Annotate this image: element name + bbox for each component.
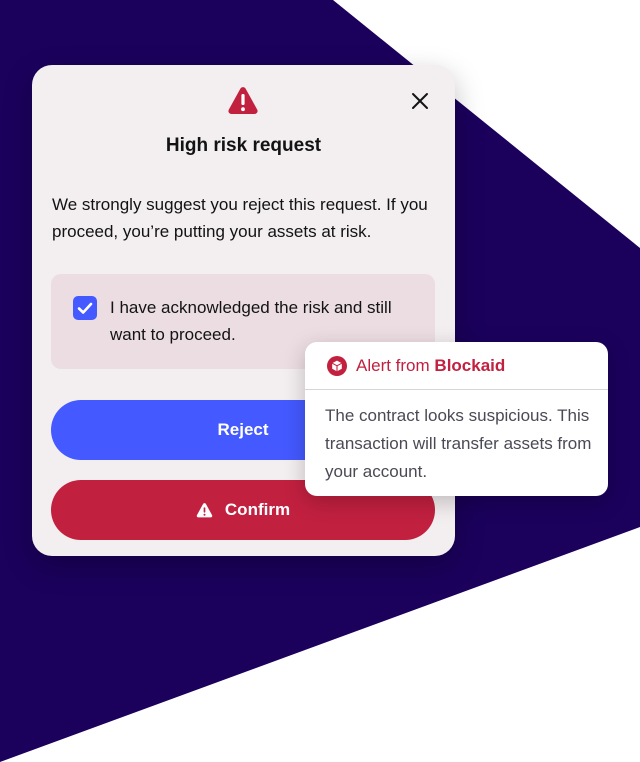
alert-title-brand: Blockaid xyxy=(434,355,506,375)
confirm-button-label: Confirm xyxy=(224,500,291,519)
acknowledge-label[interactable]: I have acknowledged the risk and still w… xyxy=(110,294,410,348)
alert-body: The contract looks suspicious. This tran… xyxy=(325,406,592,481)
alert-title: Alert from Blockaid xyxy=(356,356,505,376)
modal-title: High risk request xyxy=(165,135,322,156)
alert-header: Alert from Blockaid xyxy=(305,342,608,390)
blockaid-cube-icon xyxy=(327,355,347,376)
alert-title-prefix: Alert from xyxy=(356,355,430,375)
warning-triangle-icon xyxy=(228,87,258,114)
blockaid-alert-card: Alert from Blockaid The contract looks s… xyxy=(305,342,608,496)
close-icon[interactable] xyxy=(408,89,432,113)
warning-triangle-icon xyxy=(196,502,213,517)
reject-button-label: Reject xyxy=(217,420,269,439)
modal-description: We strongly suggest you reject this requ… xyxy=(52,195,428,241)
acknowledge-checkbox[interactable] xyxy=(73,296,97,320)
